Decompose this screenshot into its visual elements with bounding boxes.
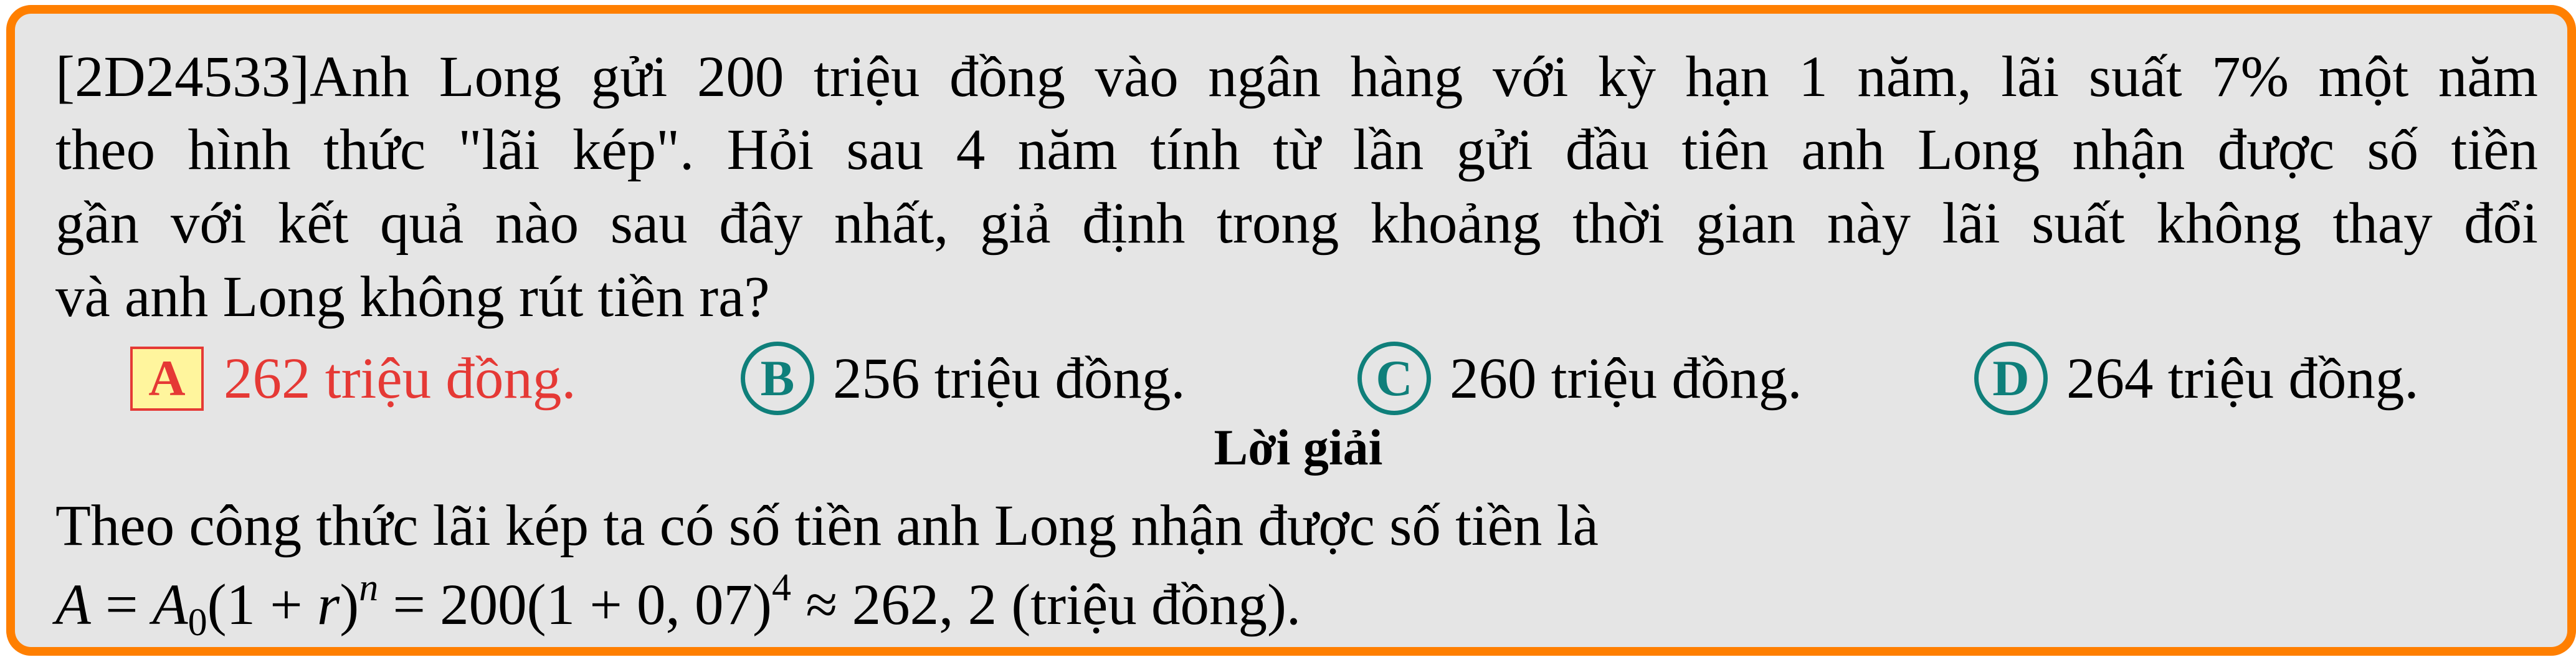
formula-paren-close: ) <box>340 573 359 637</box>
option-b-text: 256 triệu đồng. <box>833 346 1186 411</box>
formula-rate-var: r <box>317 573 340 637</box>
question-line-3: gần với kết quả nào sau đây nhất, giả đị… <box>55 191 2538 256</box>
solution-formula: A = A0(1 + r)n = 200(1 + 0, 07)4 ≈ 262, … <box>55 567 1301 644</box>
option-d-text: 264 triệu đồng. <box>2066 346 2419 411</box>
formula-approx: ≈ 262, 2 (triệu đồng). <box>791 573 1301 637</box>
formula-base-sub: 0 <box>188 602 207 644</box>
question-line-4: và anh Long không rút tiền ra? <box>55 265 770 329</box>
formula-equals: = 200(1 + 0, 07) <box>378 573 772 637</box>
answer-options: A 262 triệu đồng. B 256 triệu đồng. C 26… <box>55 341 2541 416</box>
formula-base-var: A <box>152 573 188 637</box>
option-d[interactable]: D 264 triệu đồng. <box>1974 341 2419 416</box>
option-b[interactable]: B 256 triệu đồng. <box>741 341 1186 416</box>
formula-exp-var: n <box>359 567 379 609</box>
solution-title: Lời giải <box>1214 419 1383 476</box>
question-card: [2D24533]Anh Long gửi 200 triệu đồng vào… <box>6 5 2576 656</box>
option-c-text: 260 triệu đồng. <box>1450 346 1802 411</box>
solution-line-1: Theo công thức lãi kép ta có số tiền anh… <box>55 494 1599 558</box>
option-d-circle: D <box>1974 342 2048 415</box>
option-a[interactable]: A 262 triệu đồng. <box>130 341 576 416</box>
option-b-circle: B <box>741 342 814 415</box>
option-a-text: 262 triệu đồng. <box>224 346 576 411</box>
formula-exp-num: 4 <box>772 567 792 609</box>
formula-lhs-var: A <box>55 573 91 637</box>
option-c[interactable]: C 260 triệu đồng. <box>1357 341 1802 416</box>
question-line-2: theo hình thức "lãi kép". Hỏi sau 4 năm … <box>55 118 2538 182</box>
option-c-circle: C <box>1357 342 1431 415</box>
question-line-1: [2D24533]Anh Long gửi 200 triệu đồng vào… <box>55 45 2538 109</box>
formula-paren-open: (1 + <box>207 573 317 637</box>
option-a-letter-box: A <box>130 346 204 411</box>
